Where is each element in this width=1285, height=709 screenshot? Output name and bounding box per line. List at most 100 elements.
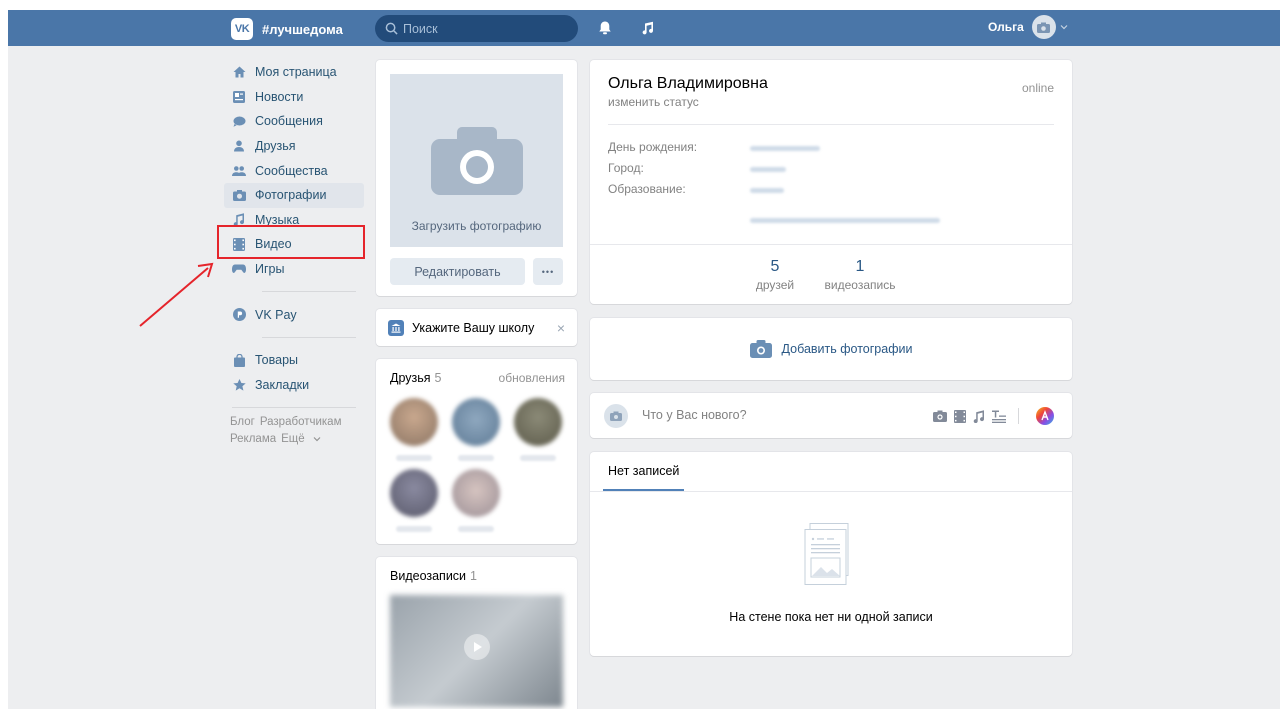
nav-item-photos[interactable]: Фотографии [224, 182, 364, 208]
chevron-down-icon[interactable] [1060, 24, 1068, 30]
friend-item[interactable] [390, 469, 438, 532]
friend-avatar [514, 398, 562, 446]
school-icon [388, 319, 404, 336]
post-input[interactable]: Что у Вас нового? [642, 408, 902, 422]
info-label-city: Город: [608, 161, 644, 175]
music-attach-icon[interactable] [973, 409, 985, 423]
school-prompt-text[interactable]: Укажите Вашу школу [412, 321, 534, 335]
school-prompt-card[interactable]: Укажите Вашу школу × [376, 309, 577, 346]
friend-item[interactable] [514, 398, 562, 461]
logo[interactable]: VK #лучшедома [231, 18, 343, 40]
messages-icon [232, 114, 246, 128]
info-label-education: Образование: [608, 182, 686, 196]
chevron-down-icon [313, 437, 321, 442]
nav-item-messages[interactable]: Сообщения [224, 109, 364, 134]
nav-item-label: Товары [255, 353, 298, 368]
top-bar: VK #лучшедома Ольга [8, 10, 1280, 46]
nav-item-news[interactable]: Новости [224, 85, 364, 110]
friend-avatar [390, 398, 438, 446]
search-icon [385, 22, 398, 35]
friends-header[interactable]: Друзья 5 [390, 371, 442, 385]
add-photos-label: Добавить фотографии [781, 342, 913, 356]
profile-photo-card: Загрузить фотографию Редактировать ••• [376, 60, 577, 296]
divider [262, 336, 356, 338]
friend-item[interactable] [390, 398, 438, 461]
arrow-annotation [139, 262, 214, 327]
article-attach-icon[interactable] [992, 410, 1006, 423]
more-label: Ещё [281, 433, 305, 445]
profile-header: Ольга Владимировна изменить статус [608, 75, 768, 109]
page: VK #лучшедома Ольга Моя страница Новости [8, 10, 1280, 709]
highlight-box [217, 225, 365, 259]
more-actions-button[interactable]: ••• [533, 258, 563, 285]
bag-icon [232, 353, 246, 367]
avatar[interactable] [1031, 15, 1056, 39]
nav-item-friends[interactable]: Друзья [224, 134, 364, 159]
friends-updates-link[interactable]: обновления [499, 371, 565, 385]
hashtag-label[interactable]: #лучшедома [262, 22, 343, 37]
photo-icon [232, 188, 246, 202]
camera-icon [430, 127, 523, 195]
counter-label: видеозапись [824, 278, 896, 292]
news-icon [232, 90, 246, 104]
friend-avatar [390, 469, 438, 517]
star-icon [232, 378, 246, 392]
nav-item-games[interactable]: Игры [224, 257, 364, 282]
developers-link[interactable]: Разработчикам [260, 416, 342, 428]
friend-item[interactable] [452, 398, 500, 461]
nav-item-label: Новости [255, 89, 304, 104]
wall-card: Нет записей На стене пока нет ни одной з… [590, 452, 1072, 656]
tab-no-posts[interactable]: Нет записей [603, 452, 685, 491]
change-status-link[interactable]: изменить статус [608, 95, 768, 109]
nav-item-vkpay[interactable]: VK Pay [224, 302, 364, 327]
bell-icon[interactable] [597, 20, 613, 36]
post-composer: Что у Вас нового? [590, 393, 1072, 438]
edit-button[interactable]: Редактировать [390, 258, 525, 285]
nav-item-label: Игры [255, 262, 285, 277]
videos-header[interactable]: Видеозаписи 1 [390, 569, 477, 583]
play-icon [464, 634, 490, 660]
close-icon[interactable]: × [557, 320, 565, 336]
nav-item-bookmarks[interactable]: Закладки [224, 373, 364, 398]
add-photos-card[interactable]: Добавить фотографии [590, 318, 1072, 380]
camera-icon [610, 411, 622, 421]
friend-item[interactable] [452, 469, 500, 532]
footer-links: Блог Разработчикам Реклама Ещё [230, 414, 370, 448]
blog-link[interactable]: Блог [230, 416, 255, 428]
upload-photo-label[interactable]: Загрузить фотографию [390, 219, 563, 233]
video-attach-icon[interactable] [954, 409, 966, 423]
user-menu[interactable]: Ольга [988, 15, 1068, 39]
friends-title: Друзья [390, 371, 431, 385]
nav-item-label: Моя страница [255, 65, 337, 80]
videos-count: 1 [470, 569, 477, 583]
vkpay-icon [232, 308, 246, 322]
music-icon[interactable] [640, 20, 656, 36]
nav-item-my-page[interactable]: Моя страница [224, 60, 364, 85]
blurred-city-value[interactable] [750, 167, 786, 172]
blurred-birthday-value[interactable] [750, 146, 820, 151]
nav-item-communities[interactable]: Сообщества [224, 158, 364, 183]
nav-item-goods[interactable]: Товары [224, 348, 364, 373]
poster-icon[interactable] [1036, 407, 1054, 425]
counter-friends[interactable]: 5 друзей [750, 258, 800, 292]
vk-logo-icon[interactable]: VK [231, 18, 253, 40]
user-name[interactable]: Ольга [988, 20, 1024, 34]
composer-toolbar [926, 407, 1054, 425]
more-link[interactable]: Ещё [281, 433, 321, 445]
info-label-birthday: День рождения: [608, 140, 698, 154]
friends-card: Друзья 5 обновления [376, 359, 577, 544]
photo-attach-icon[interactable] [933, 410, 947, 422]
divider [262, 291, 356, 293]
blurred-education-value[interactable] [750, 188, 784, 193]
search-box[interactable] [375, 15, 578, 42]
nav-item-label: VK Pay [255, 307, 297, 322]
videos-card: Видеозаписи 1 [376, 557, 577, 709]
upload-photo-area[interactable]: Загрузить фотографию [390, 74, 563, 247]
divider [590, 491, 1072, 492]
friend-avatar [452, 469, 500, 517]
search-input[interactable] [403, 21, 563, 36]
blurred-details-link[interactable] [750, 218, 940, 223]
ads-link[interactable]: Реклама [230, 433, 276, 445]
friend-name [458, 526, 494, 532]
counter-videos[interactable]: 1 видеозапись [818, 258, 902, 292]
